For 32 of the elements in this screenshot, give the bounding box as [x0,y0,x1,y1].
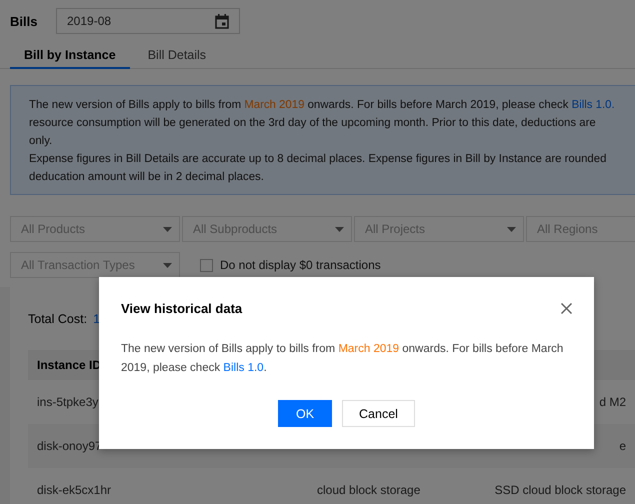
bills-link[interactable]: Bills 1.0 [223,362,264,374]
cancel-button[interactable]: Cancel [342,400,415,427]
table-cell: d M2 [599,395,626,409]
tab[interactable]: Bill by Instance [10,48,130,69]
notice-text: resource consumption will be generated on the 3rd day of the upcoming month. Prior to this date, deductions are [29,116,596,131]
table-cell: e [619,439,626,453]
checkbox[interactable] [200,258,213,272]
page-title: Bills [10,14,38,28]
table-cell: ins-5tpke3y [37,395,98,409]
table-cell: disk-onoy97 [37,439,102,453]
checkbox-label: Do not display $0 transactions [220,258,381,272]
date-field[interactable]: 2019-08 [56,8,240,34]
caret-icon [163,262,172,268]
notice-text: Expense figures in Bill Details are accurate up to 8 decimal places. Expense figures in Bill by Instance are rounded [29,152,606,167]
modal-title: View historical data [121,301,242,316]
total-cost-value: 1 [93,312,100,326]
ok-button[interactable]: OK [278,400,332,427]
caret-icon [507,226,516,232]
bills-link[interactable]: Bills 1.0. [572,99,615,111]
table-cell: cloud block storage [317,483,420,497]
close-icon[interactable] [561,303,572,314]
tab[interactable]: Bill Details [134,48,220,69]
calendar-icon[interactable] [215,14,229,28]
caret-icon [335,226,344,232]
table-cell: disk-ek5cx1hr [37,483,112,497]
notice-text: The new version of Bills apply to bills from March 2019 onwards. For bills before March 2019, please check Bills 1.0. [29,98,615,113]
total-cost-label: Total Cost: [28,312,88,326]
table-cell: SSD cloud block storage [494,483,626,497]
modal-message: The new version of Bills apply to bills from March 2019 onwards. For bills before March 2019, please check Bills 1.0. [121,342,564,376]
notice-text: only. [29,134,52,149]
notice-text: deducation amount will be in 2 decimal places. [29,170,264,185]
caret-icon [163,226,172,232]
